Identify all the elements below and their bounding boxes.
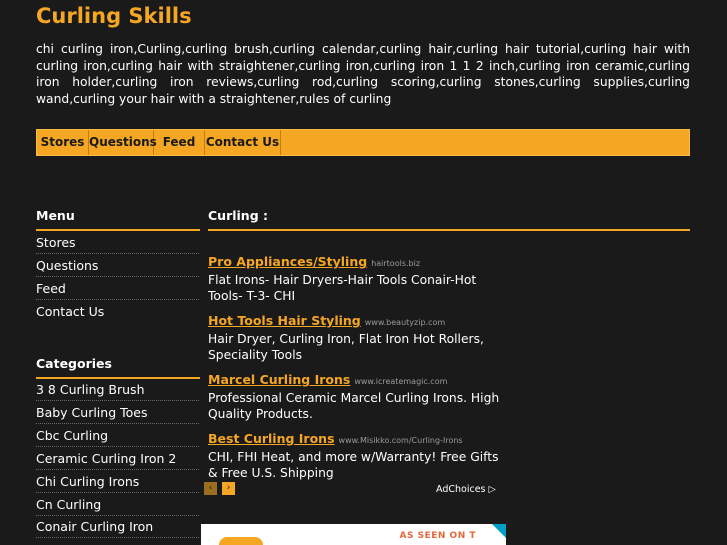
- ad-title-link[interactable]: Pro Appliances/Styling: [208, 254, 367, 269]
- menu-item-feed[interactable]: Feed: [36, 278, 199, 300]
- ad-url[interactable]: hairtools.biz: [371, 259, 420, 268]
- menu-heading-rule: [36, 229, 200, 231]
- banner-text: AS SEEN ON T: [399, 531, 476, 541]
- ad-unit: Hot Tools Hair Styling www.beautyzip.com …: [208, 310, 504, 363]
- ad-url[interactable]: www.icreatemagic.com: [354, 377, 447, 386]
- adchoices-label: AdChoices: [436, 484, 486, 495]
- nav-contact-us[interactable]: Contact Us: [205, 130, 281, 155]
- category-item[interactable]: 3 8 Curling Brush: [36, 379, 199, 401]
- menu-item-stores[interactable]: Stores: [36, 232, 199, 254]
- site-tagline: chi curling iron,Curling,curling brush,c…: [36, 42, 690, 106]
- ad-title-link[interactable]: Marcel Curling Irons: [208, 372, 350, 387]
- category-item[interactable]: Cn Curling: [36, 494, 199, 516]
- categories-heading: Categories: [36, 356, 112, 371]
- menu-item-contact-us[interactable]: Contact Us: [36, 301, 199, 323]
- banner-logo: [219, 537, 263, 545]
- ad-unit: Best Curling Irons www.Misikko.com/Curlin…: [208, 428, 504, 481]
- ad-description: Professional Ceramic Marcel Curling Iron…: [208, 391, 500, 421]
- nav-stores[interactable]: Stores: [37, 130, 89, 155]
- ad-description: Flat Irons- Hair Dryers-Hair Tools Conai…: [208, 273, 477, 303]
- category-item[interactable]: Cbc Curling: [36, 425, 199, 447]
- banner-corner-icon: [492, 524, 506, 538]
- ad-url[interactable]: www.beautyzip.com: [365, 318, 445, 327]
- site-title[interactable]: Curling Skills: [36, 4, 192, 28]
- ad-title-link[interactable]: Hot Tools Hair Styling: [208, 313, 361, 328]
- ad-description: Hair Dryer, Curling Iron, Flat Iron Hot …: [208, 332, 484, 362]
- ad-unit: Pro Appliances/Styling hairtools.biz Flat…: [208, 251, 504, 304]
- category-item[interactable]: Conair Curling Iron: [36, 516, 199, 538]
- category-item[interactable]: Chi Curling Irons: [36, 471, 199, 493]
- nav-bar: Stores Questions Feed Contact Us: [36, 129, 690, 156]
- category-item[interactable]: Baby Curling Toes: [36, 402, 199, 424]
- adchoices-icon: ▷: [488, 484, 496, 495]
- ad-next-arrow-icon[interactable]: ›: [222, 482, 235, 495]
- ad-unit: Marcel Curling Irons www.icreatemagic.com…: [208, 369, 504, 422]
- ad-description: CHI, FHI Heat, and more w/Warranty! Free…: [208, 450, 499, 480]
- nav-feed[interactable]: Feed: [154, 130, 205, 155]
- ad-title-link[interactable]: Best Curling Irons: [208, 431, 335, 446]
- menu-heading: Menu: [36, 208, 75, 223]
- adchoices-link[interactable]: AdChoices ▷: [436, 484, 496, 495]
- main-heading-rule: [208, 229, 690, 231]
- ad-url[interactable]: www.Misikko.com/Curling-Irons: [339, 436, 463, 445]
- main-heading: Curling :: [208, 208, 269, 223]
- menu-item-questions[interactable]: Questions: [36, 255, 199, 277]
- bottom-banner-ad[interactable]: AS SEEN ON T: [201, 524, 506, 545]
- category-item[interactable]: Ceramic Curling Iron 2: [36, 448, 199, 470]
- ad-prev-arrow-icon[interactable]: ‹: [204, 482, 217, 495]
- nav-questions[interactable]: Questions: [89, 130, 157, 155]
